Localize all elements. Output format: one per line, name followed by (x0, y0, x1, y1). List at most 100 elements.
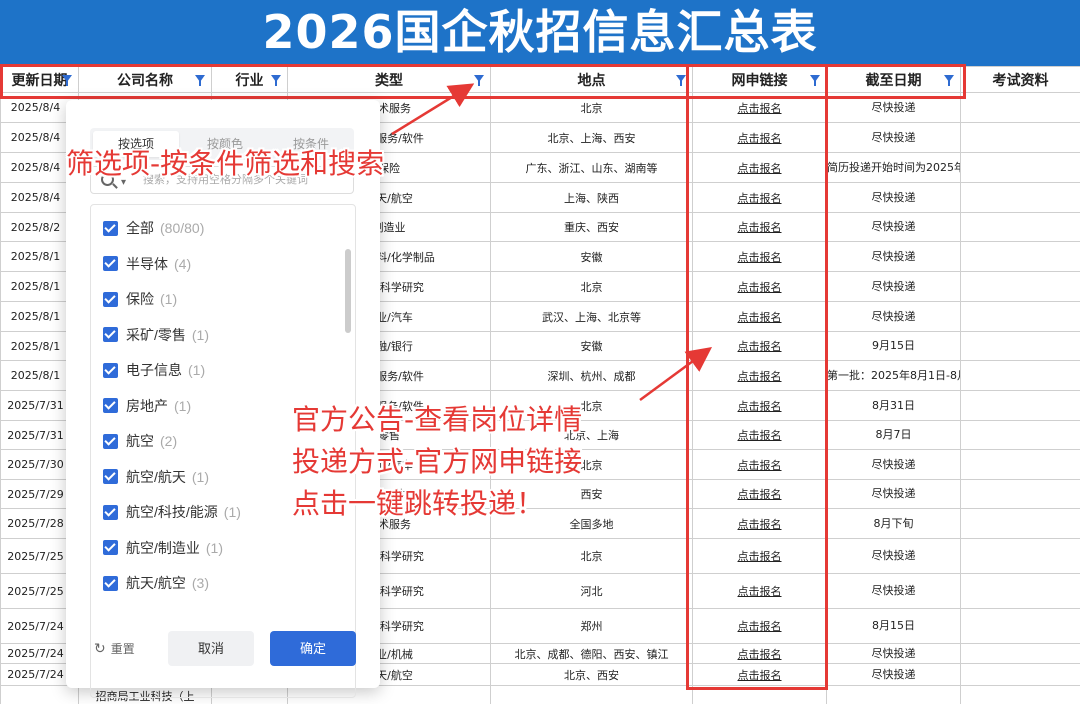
cell-deadline: 尽快投递 (826, 182, 961, 213)
cell-location: 武汉、上海、北京等 (490, 301, 693, 332)
filter-option-label: 保险 (126, 291, 154, 307)
link-annotation-2: 投递方式-官方网申链接 (292, 445, 583, 478)
link-column-highlight-box (686, 64, 828, 690)
cell-location: 北京、成都、德阳、西安、镇江 (490, 643, 693, 664)
filter-option-count: (80/80) (160, 220, 205, 236)
filter-option-count: (1) (205, 539, 224, 556)
checkbox-checked-icon[interactable] (103, 540, 118, 555)
cell-deadline: 尽快投递 (826, 663, 961, 686)
checkbox-checked-icon[interactable] (103, 433, 118, 449)
cell-exam-materials (960, 212, 1080, 242)
checkbox-checked-icon[interactable] (103, 291, 118, 307)
cell-exam-materials (960, 449, 1080, 480)
cell-location: 安徽 (490, 331, 693, 361)
cell-deadline: 8月31日 (826, 390, 961, 421)
checkbox-checked-icon[interactable] (103, 504, 118, 520)
checkbox-checked-icon[interactable] (103, 327, 118, 342)
cell-deadline: 尽快投递 (826, 538, 961, 574)
filter-option-label: 航空 (126, 433, 154, 449)
cell-location: 河北 (490, 573, 693, 609)
filter-option-count: (1) (174, 397, 192, 414)
cell-deadline: 尽快投递 (826, 479, 961, 509)
filter-option-count: (2) (160, 433, 178, 449)
link-annotation-1: 官方公告-查看岗位详情 (292, 403, 583, 436)
cell-exam-materials (960, 685, 1080, 704)
cell-exam-materials (960, 608, 1080, 644)
filter-option-label: 航空/航天 (126, 468, 186, 485)
cell-exam-materials (960, 390, 1080, 421)
filter-option-label: 航空/制造业 (126, 539, 200, 556)
cell-deadline: 简历投递开始时间为2025年8月1日简历通道 (826, 152, 961, 183)
cell-location: 重庆、西安 (490, 212, 693, 242)
cell-deadline: 尽快投递 (826, 271, 961, 302)
column-header[interactable]: 考试资料 (960, 66, 1080, 93)
cell-exam-materials (960, 92, 1080, 123)
checkbox-checked-icon[interactable] (103, 575, 118, 591)
filter-option-count: (3) (191, 575, 210, 591)
filter-option-label: 全部 (126, 220, 154, 236)
cell-exam-materials (960, 643, 1080, 664)
filter-option[interactable]: 航空/制造业 (1) (103, 537, 223, 559)
cell-deadline: 第一批：2025年8月1日-8月31日 (826, 360, 961, 391)
cell-location: 广东、浙江、山东、湖南等 (490, 152, 693, 183)
filter-option[interactable]: 电子信息 (1) (103, 359, 205, 381)
filter-option[interactable]: 航空 (2) (103, 430, 177, 452)
cell-exam-materials (960, 241, 1080, 272)
filter-option-label: 电子信息 (126, 362, 182, 378)
cell-location: 北京 (490, 538, 693, 574)
cell-exam-materials (960, 331, 1080, 361)
link-annotation-3: 点击一键跳转投递！ (292, 487, 545, 520)
refresh-icon: ↻ (94, 640, 106, 656)
confirm-button[interactable]: 确定 (270, 631, 356, 666)
cell-deadline: 尽快投递 (826, 301, 961, 332)
cell-deadline: 8月15日 (826, 608, 961, 644)
reset-button[interactable]: ↻ 重置 (94, 640, 135, 657)
cell-location: 北京、上海、西安 (490, 122, 693, 153)
filter-option[interactable]: 采矿/零售 (1) (103, 324, 209, 346)
filter-option-label: 航空/科技/能源 (126, 504, 218, 520)
filter-option[interactable]: 航天/航空 (3) (103, 572, 209, 594)
cancel-button[interactable]: 取消 (168, 631, 254, 666)
cell-exam-materials (960, 301, 1080, 332)
reset-label: 重置 (110, 642, 135, 656)
filter-option[interactable]: 半导体 (4) (103, 253, 191, 275)
cell-deadline: 尽快投递 (826, 212, 961, 242)
checkbox-checked-icon[interactable] (103, 362, 118, 378)
cell-deadline: 8月7日 (826, 420, 961, 450)
cell-deadline: 尽快投递 (826, 643, 961, 664)
cell-location: 上海、陕西 (490, 182, 693, 213)
checkbox-checked-icon[interactable] (103, 256, 118, 271)
checkbox-checked-icon[interactable] (103, 220, 118, 236)
cell-deadline (826, 685, 961, 704)
filter-option-count: (1) (191, 468, 210, 485)
filter-option[interactable]: 全部 (80/80) (103, 217, 204, 239)
cell-exam-materials (960, 360, 1080, 391)
cell-location: 安徽 (490, 241, 693, 272)
cell-exam-materials (960, 663, 1080, 686)
cell-exam-materials (960, 420, 1080, 450)
filter-option-count: (4) (174, 255, 192, 272)
filter-option-count: (1) (160, 291, 178, 307)
filter-option[interactable]: 保险 (1) (103, 288, 177, 310)
filter-option[interactable]: 房地产 (1) (103, 395, 191, 417)
cell-location: 郑州 (490, 608, 693, 644)
cell-deadline: 尽快投递 (826, 573, 961, 609)
filter-option-count: (1) (188, 362, 206, 378)
cell-deadline: 尽快投递 (826, 241, 961, 272)
cell-deadline: 尽快投递 (826, 122, 961, 153)
cell-deadline: 8月下旬 (826, 508, 961, 539)
filter-panel: 按选项 按颜色 按条件 ▾ 搜索，支持用空格分隔多个关键词 全部 (80/80) 半… (66, 100, 380, 698)
filter-option[interactable]: 航空/科技/能源 (1) (103, 501, 241, 523)
cell-location (490, 685, 693, 704)
cell-exam-materials (960, 122, 1080, 153)
cell-exam-materials (960, 573, 1080, 609)
checkbox-checked-icon[interactable] (103, 398, 118, 413)
cell-deadline: 9月15日 (826, 331, 961, 361)
filter-option-count: (1) (223, 504, 241, 520)
checkbox-checked-icon[interactable] (103, 469, 118, 484)
cell-location: 深圳、杭州、成都 (490, 360, 693, 391)
filter-list-scrollbar[interactable] (345, 249, 351, 333)
spreadsheet-screen: 2026国企秋招信息汇总表 更新日期 公司名称 行业 类型 地点 网申链接 截至日期 考试资料… (0, 0, 1080, 704)
cell-exam-materials (960, 479, 1080, 509)
filter-option[interactable]: 航空/航天 (1) (103, 466, 209, 488)
